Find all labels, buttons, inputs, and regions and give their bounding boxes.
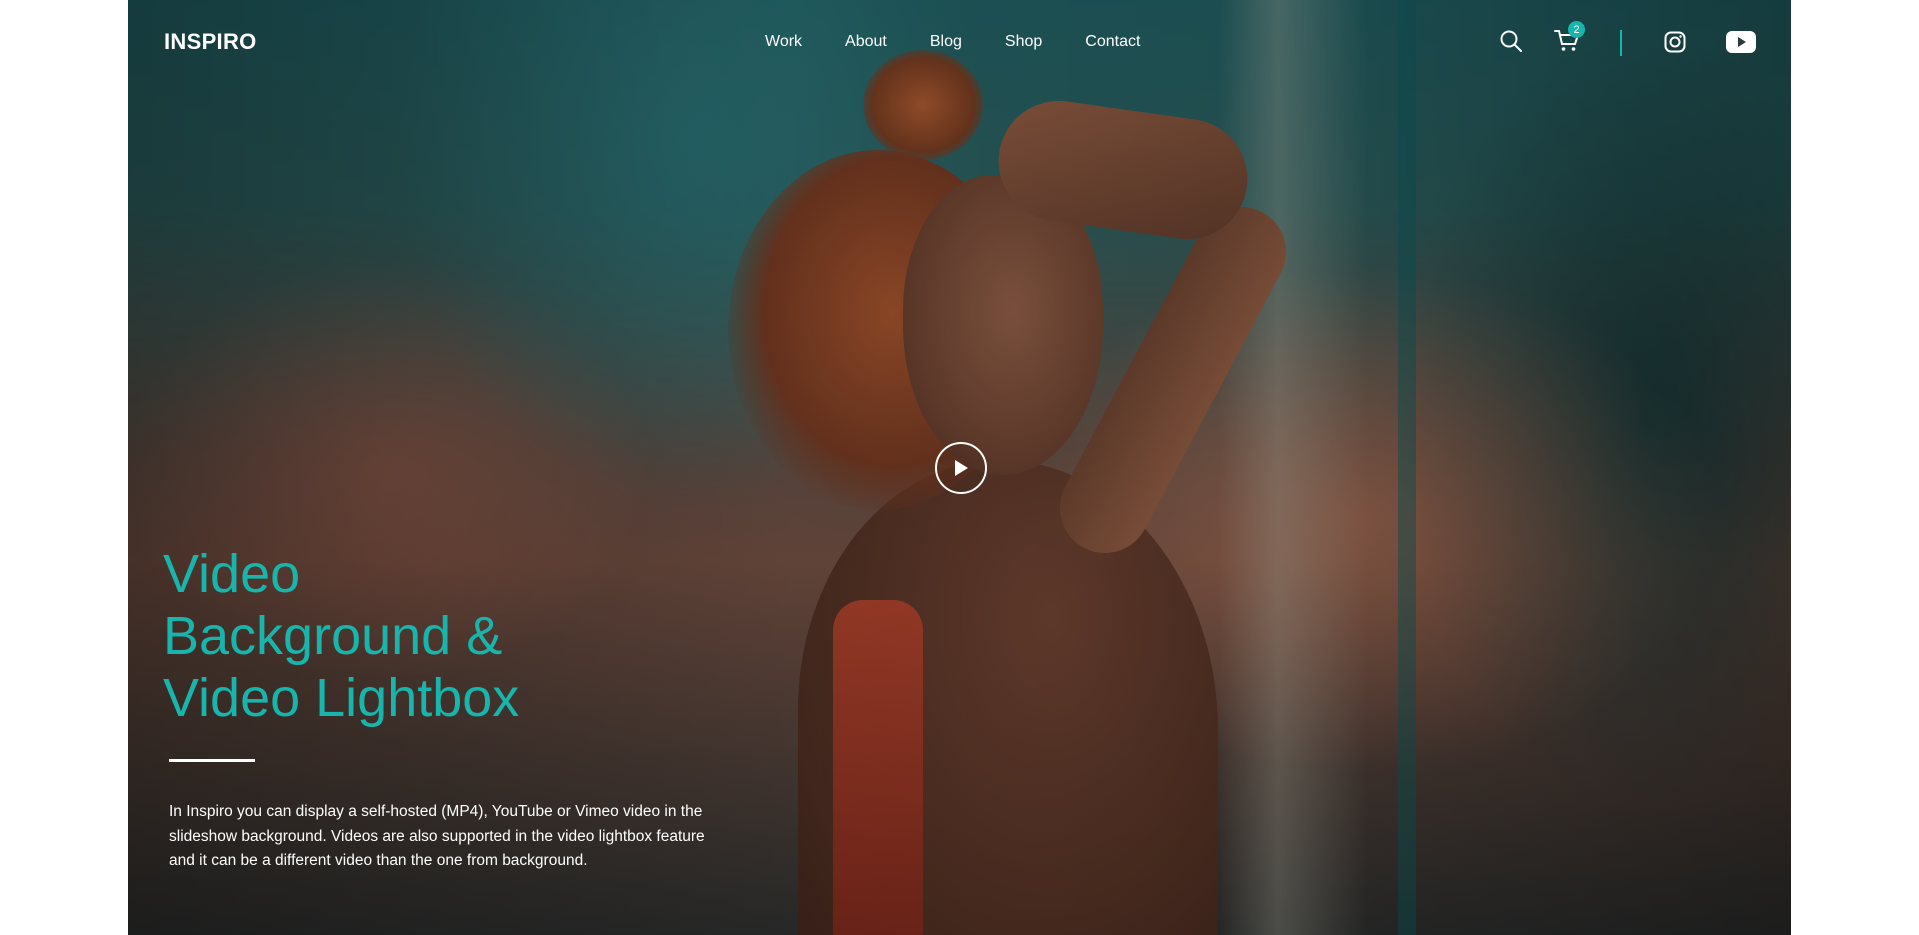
nav-item-work[interactable]: Work xyxy=(765,33,802,51)
main-nav: Work About Blog Shop Contact xyxy=(765,33,1140,51)
nav-item-about[interactable]: About xyxy=(845,33,887,51)
hero-title-line: Video xyxy=(163,544,301,604)
nav-item-contact[interactable]: Contact xyxy=(1085,33,1140,51)
header-divider xyxy=(1620,30,1622,56)
hero-title: Video Background & Video Lightbox xyxy=(163,543,723,729)
play-icon xyxy=(955,460,968,476)
nav-item-blog[interactable]: Blog xyxy=(930,33,962,51)
youtube-link[interactable] xyxy=(1726,31,1756,53)
instagram-link[interactable] xyxy=(1663,30,1687,54)
hero-description: In Inspiro you can display a self-hosted… xyxy=(169,803,705,869)
hero-title-line: Background & xyxy=(163,606,503,666)
nav-item-shop[interactable]: Shop xyxy=(1005,33,1042,51)
site-logo[interactable]: INSPIRO xyxy=(164,29,257,55)
hero-title-underline xyxy=(169,759,255,762)
video-lightbox-play-button[interactable] xyxy=(935,442,987,494)
search-button[interactable] xyxy=(1498,28,1524,54)
page: INSPIRO Work About Blog Shop Contact 2 V… xyxy=(128,0,1791,935)
instagram-icon xyxy=(1664,31,1686,53)
youtube-icon xyxy=(1726,31,1756,53)
cart-count-badge: 2 xyxy=(1568,21,1585,38)
search-icon xyxy=(1500,30,1522,52)
hero-title-line: Video Lightbox xyxy=(163,668,520,728)
site-header: INSPIRO Work About Blog Shop Contact 2 xyxy=(128,0,1791,86)
